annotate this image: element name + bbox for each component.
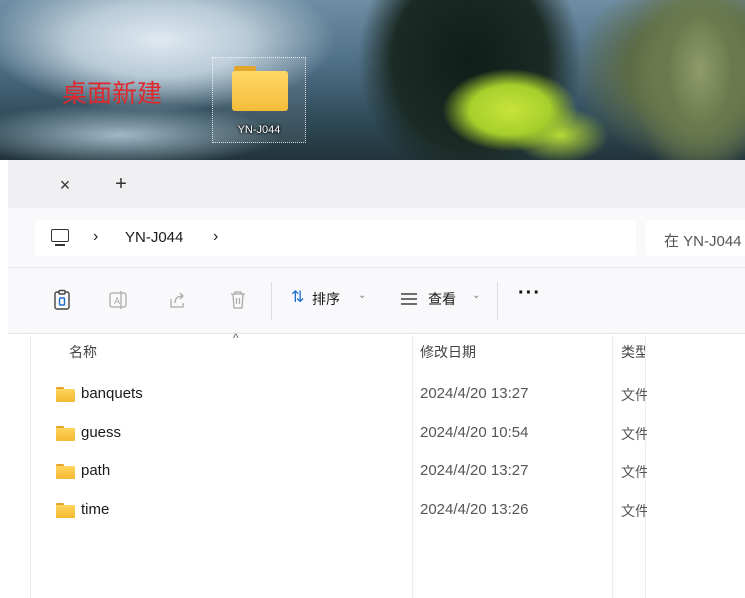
- rename-icon: A: [109, 291, 127, 309]
- new-tab-icon[interactable]: +: [112, 174, 130, 194]
- desktop-annotation-label: 桌面新建: [62, 79, 163, 108]
- folder-icon: [56, 426, 75, 441]
- table-row[interactable]: time 2024/4/20 13:26 文件夹: [31, 491, 745, 527]
- file-type: 文件夹: [621, 387, 647, 403]
- file-type: 文件夹: [621, 503, 647, 519]
- chevron-down-icon: ⌄: [472, 290, 481, 301]
- close-tab-icon[interactable]: ×: [56, 176, 74, 194]
- share-button[interactable]: [166, 288, 190, 312]
- chevron-down-icon: ⌄: [358, 290, 367, 301]
- delete-button[interactable]: [226, 288, 250, 312]
- toolbar-divider: [497, 282, 498, 320]
- file-explorer-window: × + › YN-J044 › 在 YN-J044 A ⇅ 排序 ⌄ 查看 ⌄ …: [8, 160, 745, 598]
- paste-button[interactable]: [50, 288, 74, 312]
- breadcrumb-chevron-icon[interactable]: ›: [213, 228, 218, 246]
- file-name: guess: [81, 424, 122, 441]
- desktop-folder-name: YN-J044: [237, 124, 281, 136]
- file-name: banquets: [81, 385, 143, 402]
- file-name: path: [81, 462, 111, 479]
- breadcrumb-chevron-icon[interactable]: ›: [93, 228, 98, 246]
- file-modified: 2024/4/20 13:27: [420, 385, 529, 402]
- file-modified: 2024/4/20 13:27: [420, 462, 529, 479]
- file-type: 文件夹: [621, 426, 647, 442]
- rename-button[interactable]: A: [106, 288, 130, 312]
- search-placeholder: 在 YN-J044: [664, 233, 742, 250]
- address-bar: › YN-J044 › 在 YN-J044: [8, 208, 745, 268]
- file-modified: 2024/4/20 13:26: [420, 501, 529, 518]
- tab-bar: × +: [8, 160, 745, 208]
- view-label: 查看: [428, 291, 456, 307]
- svg-text:A: A: [114, 297, 121, 307]
- sort-ascending-icon: ^: [233, 331, 239, 345]
- file-modified: 2024/4/20 10:54: [420, 424, 529, 441]
- file-name: time: [81, 501, 110, 518]
- folder-icon: [56, 387, 75, 402]
- column-header-name[interactable]: 名称: [69, 342, 97, 362]
- table-row[interactable]: guess 2024/4/20 10:54 文件夹: [31, 414, 745, 450]
- clipboard-icon: [54, 289, 70, 310]
- folder-icon: [56, 464, 75, 479]
- list-view-icon: [401, 293, 417, 305]
- sort-icon: ⇅: [291, 289, 305, 306]
- this-pc-icon[interactable]: [51, 229, 71, 247]
- sort-label: 排序: [312, 291, 340, 307]
- trash-icon: [231, 291, 245, 309]
- table-row[interactable]: path 2024/4/20 13:27 文件夹: [31, 452, 745, 488]
- desktop-folder-item[interactable]: YN-J044: [212, 57, 306, 143]
- command-bar: A ⇅ 排序 ⌄ 查看 ⌄ ···: [8, 268, 745, 334]
- share-icon: [170, 292, 184, 308]
- more-options-button[interactable]: ···: [518, 282, 541, 305]
- toolbar-divider: [271, 282, 272, 320]
- desktop-wallpaper: 桌面新建 YN-J044: [0, 0, 745, 160]
- column-header-type[interactable]: 类型: [621, 342, 645, 362]
- column-header-modified[interactable]: 修改日期: [420, 342, 476, 362]
- table-row[interactable]: banquets 2024/4/20 13:27 文件夹: [31, 375, 745, 411]
- breadcrumb[interactable]: › YN-J044 ›: [35, 220, 636, 256]
- folder-icon: [232, 66, 288, 112]
- search-input[interactable]: 在 YN-J044: [646, 220, 745, 256]
- file-type: 文件夹: [621, 464, 647, 480]
- folder-icon: [56, 503, 75, 518]
- file-list: ^ 名称 修改日期 类型 banquets 2024/4/20 13:27 文件…: [30, 331, 745, 598]
- breadcrumb-item-current[interactable]: YN-J044: [125, 229, 183, 246]
